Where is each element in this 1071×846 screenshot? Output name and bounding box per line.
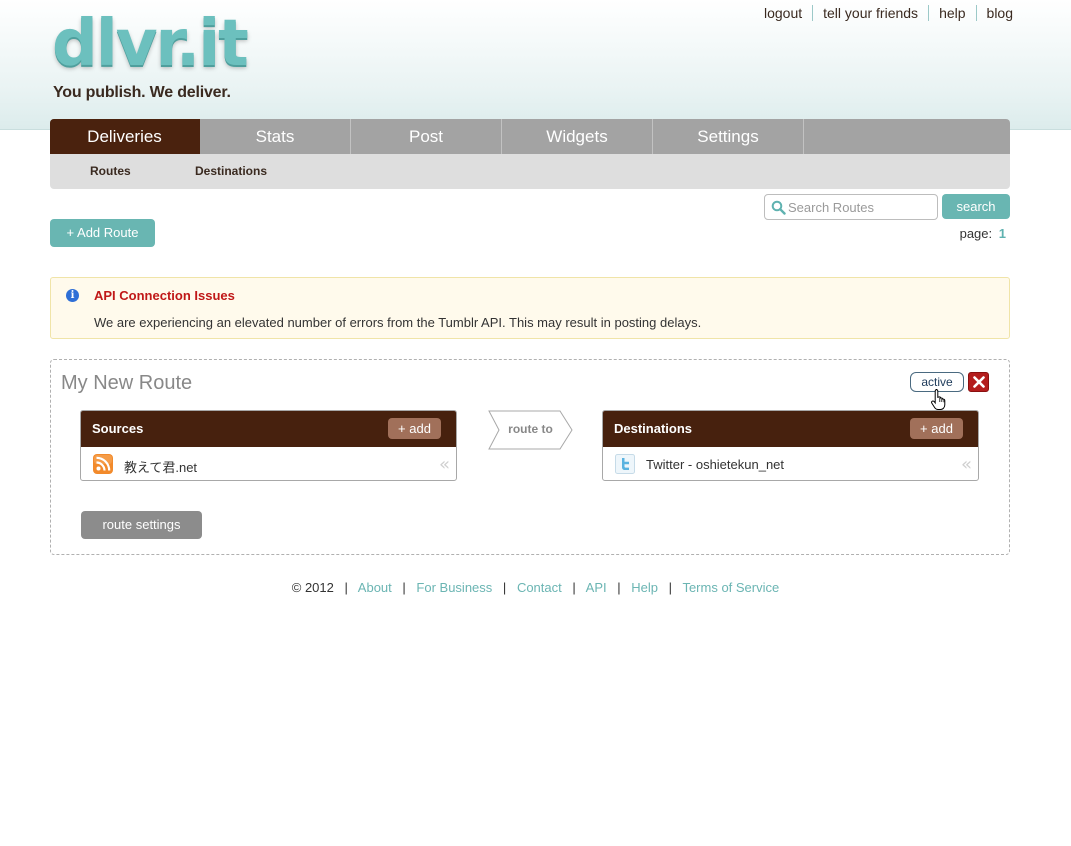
tab-deliveries[interactable]: Deliveries bbox=[50, 119, 200, 154]
twitter-icon bbox=[615, 454, 635, 474]
info-icon: i bbox=[66, 289, 79, 302]
tell-your-friends-link[interactable]: tell your friends bbox=[812, 5, 928, 21]
subtab-destinations[interactable]: Destinations bbox=[195, 154, 267, 189]
footer-terms-link[interactable]: Terms of Service bbox=[682, 580, 779, 595]
route-to-label: route to bbox=[508, 422, 553, 436]
add-destination-button[interactable]: + add bbox=[910, 418, 963, 439]
destinations-title: Destinations bbox=[614, 421, 693, 436]
alert-message: We are experiencing an elevated number o… bbox=[94, 315, 702, 330]
pager: page: 1 bbox=[960, 226, 1006, 241]
destination-item[interactable]: Twitter - oshietekun_net « bbox=[603, 447, 978, 480]
blog-link[interactable]: blog bbox=[975, 5, 1013, 21]
search-input[interactable] bbox=[788, 198, 933, 217]
footer: © 2012 | About | For Business | Contact … bbox=[291, 580, 780, 595]
search-box bbox=[764, 194, 938, 220]
pager-label: page: bbox=[959, 226, 993, 241]
route-card: My New Route active Sources + add 教えて君.n… bbox=[50, 359, 1010, 555]
api-alert: i API Connection Issues We are experienc… bbox=[50, 277, 1010, 339]
logout-link[interactable]: logout bbox=[754, 5, 812, 21]
footer-api-link[interactable]: API bbox=[586, 580, 607, 595]
tab-stats[interactable]: Stats bbox=[200, 119, 351, 154]
route-to-arrow: route to bbox=[488, 410, 574, 455]
help-link[interactable]: help bbox=[928, 5, 975, 21]
subtab-routes[interactable]: Routes bbox=[90, 154, 131, 189]
top-links: logout tell your friends help blog bbox=[754, 5, 1013, 21]
route-settings-button[interactable]: route settings bbox=[81, 511, 202, 539]
copyright: © 2012 bbox=[291, 580, 334, 595]
dlvrit-logo[interactable]: dlvr.it bbox=[52, 7, 249, 81]
sources-panel: Sources + add 教えて君.net « bbox=[80, 410, 457, 481]
route-name[interactable]: My New Route bbox=[61, 372, 192, 395]
destinations-panel: Destinations + add Twitter - oshietekun_… bbox=[602, 410, 979, 481]
footer-contact-link[interactable]: Contact bbox=[517, 580, 562, 595]
tagline: You publish. We deliver. bbox=[53, 84, 231, 101]
tab-post[interactable]: Post bbox=[351, 119, 502, 154]
search-button[interactable]: search bbox=[942, 194, 1010, 219]
sources-header: Sources + add bbox=[81, 411, 456, 447]
pager-current-page[interactable]: 1 bbox=[999, 226, 1006, 241]
add-route-button[interactable]: + Add Route bbox=[50, 219, 155, 247]
tab-widgets[interactable]: Widgets bbox=[502, 119, 653, 154]
footer-business-link[interactable]: For Business bbox=[416, 580, 492, 595]
footer-help-link[interactable]: Help bbox=[631, 580, 658, 595]
alert-title: API Connection Issues bbox=[94, 288, 235, 303]
tab-settings[interactable]: Settings bbox=[653, 119, 804, 154]
collapse-icon[interactable]: « bbox=[961, 454, 972, 475]
logo-text: dlvr.it bbox=[52, 7, 249, 81]
close-icon bbox=[973, 376, 985, 388]
sub-tabs: Routes Destinations bbox=[50, 154, 1010, 189]
collapse-icon[interactable]: « bbox=[439, 454, 450, 475]
source-item[interactable]: 教えて君.net « bbox=[81, 447, 456, 480]
main-tabs: Deliveries Stats Post Widgets Settings bbox=[50, 119, 1010, 154]
add-source-button[interactable]: + add bbox=[388, 418, 441, 439]
rss-icon bbox=[93, 454, 113, 474]
destination-label: Twitter - oshietekun_net bbox=[646, 457, 785, 472]
source-label: 教えて君.net bbox=[124, 460, 198, 475]
search-icon bbox=[771, 200, 786, 220]
delete-route-button[interactable] bbox=[968, 372, 989, 392]
sources-title: Sources bbox=[92, 421, 144, 436]
footer-about-link[interactable]: About bbox=[358, 580, 392, 595]
destinations-header: Destinations + add bbox=[603, 411, 978, 447]
